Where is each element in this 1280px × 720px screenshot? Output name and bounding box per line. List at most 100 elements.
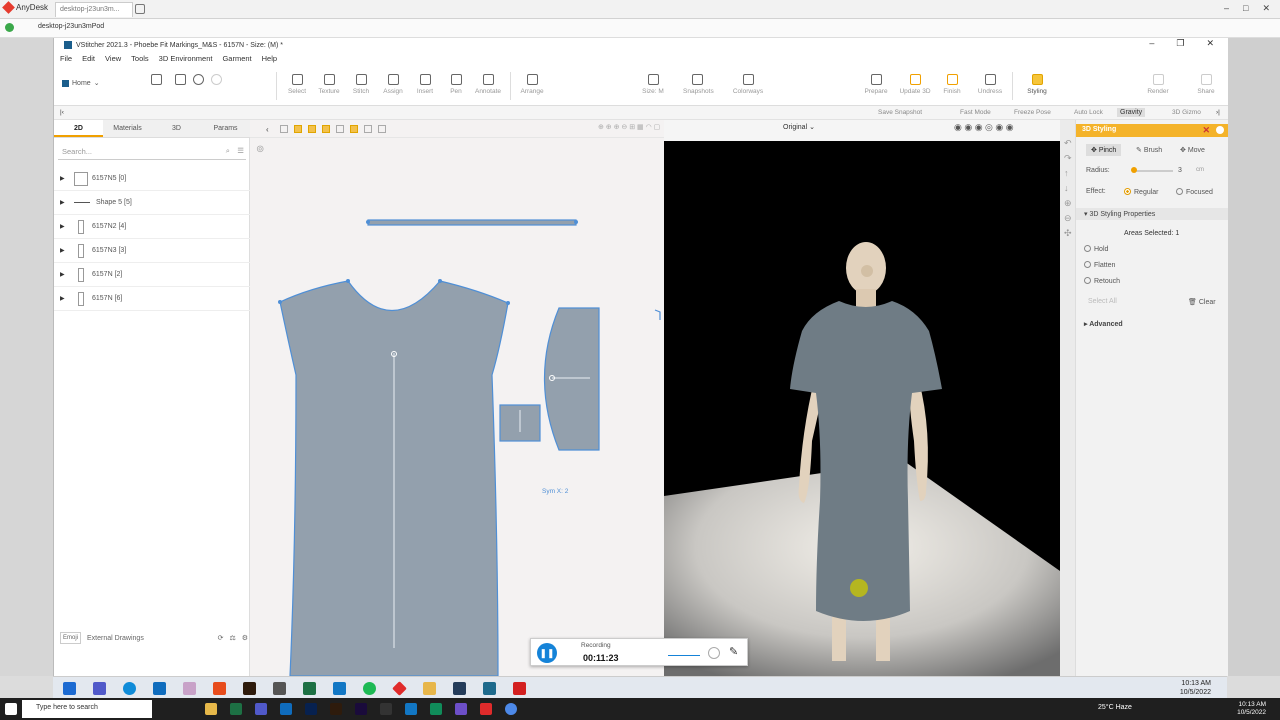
zoom-icons[interactable]: ⊕ ⊕ ⊕ ⊖ ⊞ ▦ ◠ ▢ <box>598 123 660 131</box>
after-effects-icon[interactable] <box>355 703 367 715</box>
side-tool-icons[interactable]: ↶ ↷ ↑ ↓ ⊕ ⊖ ✣ <box>1064 136 1072 241</box>
office-icon[interactable] <box>213 682 226 695</box>
app-icon[interactable] <box>430 703 442 715</box>
home-button[interactable]: Home ⌄ <box>62 79 100 87</box>
3d-viewport[interactable] <box>664 141 1060 676</box>
taskbar-search-input[interactable]: Type here to search <box>22 700 152 718</box>
info-icon[interactable] <box>1216 126 1224 134</box>
move-mode-button[interactable]: ✥ Move <box>1180 146 1205 154</box>
scale-icon[interactable]: ⚖ <box>229 634 235 642</box>
excel-icon[interactable] <box>303 682 316 695</box>
view-mode-select[interactable]: Original ⌄ <box>783 123 815 131</box>
list-item[interactable]: ▶ 6157N [2] <box>54 263 250 287</box>
expand-arrow-icon[interactable]: ▶ <box>60 199 70 206</box>
photoshop-icon[interactable] <box>305 703 317 715</box>
tab-params[interactable]: Params <box>201 120 250 137</box>
close-icon[interactable]: ✕ <box>1206 38 1214 49</box>
tool-assign[interactable]: Assign <box>379 74 407 95</box>
tool-arrange[interactable]: Arrange <box>518 74 546 95</box>
radius-value-input[interactable]: 3 <box>1178 167 1182 174</box>
pinch-mode-button[interactable]: ✥ Pinch <box>1086 144 1122 156</box>
colorways-button[interactable]: Colorways <box>730 74 766 95</box>
minimize-icon[interactable]: – <box>1149 38 1154 49</box>
file-explorer-icon[interactable] <box>205 703 217 715</box>
tool-stitch[interactable]: Stitch <box>347 74 375 95</box>
fast-mode-toggle[interactable]: Fast Mode <box>960 109 991 116</box>
pause-button[interactable]: ❚❚ <box>537 643 557 663</box>
menu-tools[interactable]: Tools <box>131 54 149 64</box>
tool-annotate[interactable]: Annotate <box>474 74 502 95</box>
gravity-toggle[interactable]: Gravity <box>1117 108 1146 117</box>
update-3d-button[interactable]: Update 3D <box>898 74 932 95</box>
restore-icon[interactable]: ❐ <box>1176 38 1184 49</box>
minimize-icon[interactable]: – <box>1224 3 1229 14</box>
new-tab-icon[interactable] <box>135 4 145 14</box>
search-icon[interactable]: ⌕ <box>226 146 230 156</box>
menu-file[interactable]: File <box>60 54 72 64</box>
clear-button[interactable]: 🗑 Clear <box>1188 298 1216 306</box>
2d-canvas[interactable]: ‹ ⊚ Sym X: 2 <box>250 120 664 676</box>
redo-button[interactable] <box>202 74 230 88</box>
acrobat-icon[interactable] <box>513 682 526 695</box>
menu-3d-environment[interactable]: 3D Environment <box>159 54 213 64</box>
3d-view-icons[interactable]: ◉ ◉ ◉ ◎ ◉ ◉ <box>954 122 1014 133</box>
remote-clock[interactable]: 10:13 AM 10/5/2022 <box>1180 679 1211 697</box>
tool-pen[interactable]: Pen <box>442 74 470 95</box>
anydesk-session-tab[interactable]: desktop-j23un3m... <box>55 2 133 17</box>
illustrator-icon[interactable] <box>243 682 256 695</box>
advanced-section[interactable]: ▸ Advanced <box>1084 320 1123 328</box>
app-icon[interactable] <box>453 682 466 695</box>
windows-start-icon[interactable] <box>5 703 17 715</box>
app-icon[interactable] <box>273 682 286 695</box>
settings-icon[interactable]: ⚙ <box>242 634 248 642</box>
refresh-icon[interactable]: ⟳ <box>218 634 224 642</box>
tool-insert[interactable]: Insert <box>411 74 439 95</box>
expand-arrow-icon[interactable]: ▶ <box>60 247 70 254</box>
tab-3d[interactable]: 3D <box>152 120 201 137</box>
freeze-pose-toggle[interactable]: Freeze Pose <box>1014 109 1051 116</box>
app-icon[interactable] <box>183 682 196 695</box>
app-icon[interactable] <box>333 682 346 695</box>
styling-button[interactable]: Styling <box>1023 74 1051 95</box>
filter-list-icon[interactable]: ☰ <box>237 146 244 155</box>
spotify-icon[interactable] <box>363 682 376 695</box>
weather-widget[interactable]: 25°C Haze <box>1098 704 1132 711</box>
flatten-option[interactable]: Flatten <box>1084 261 1115 269</box>
expand-arrow-icon[interactable]: ▶ <box>60 271 70 278</box>
list-item[interactable]: ▶ 6157N5 [0] <box>54 167 250 191</box>
app-icon[interactable] <box>380 703 392 715</box>
start-icon[interactable] <box>63 682 76 695</box>
search-input[interactable]: Search... ⌕ ☰ <box>58 144 246 160</box>
radius-slider-handle[interactable] <box>1131 167 1137 173</box>
menu-view[interactable]: View <box>105 54 121 64</box>
external-drawings-label[interactable]: External Drawings <box>87 635 144 642</box>
tab-materials[interactable]: Materials <box>103 120 152 137</box>
anydesk-icon[interactable] <box>480 703 492 715</box>
pen-icon[interactable]: ✎ <box>729 645 738 658</box>
list-item[interactable]: ▶ Shape 5 [5] <box>54 191 250 215</box>
save-snapshot-button[interactable]: Save Snapshot <box>878 109 922 116</box>
menu-help[interactable]: Help <box>262 54 277 64</box>
menu-garment[interactable]: Garment <box>222 54 251 64</box>
brush-mode-button[interactable]: ✎ Brush <box>1136 146 1162 154</box>
local-clock[interactable]: 10:13 AM 10/5/2022 <box>1237 701 1266 717</box>
auto-lock-toggle[interactable]: Auto Lock <box>1074 109 1103 116</box>
collapse-left-icon[interactable]: |‹ <box>60 109 64 116</box>
illustrator-icon[interactable] <box>330 703 342 715</box>
list-item[interactable]: ▶ 6157N [6] <box>54 287 250 311</box>
radius-slider[interactable] <box>1133 170 1173 172</box>
list-item[interactable]: ▶ 6157N3 [3] <box>54 239 250 263</box>
prepare-button[interactable]: Prepare <box>862 74 890 95</box>
vstitcher-icon[interactable] <box>483 682 496 695</box>
menu-edit[interactable]: Edit <box>82 54 95 64</box>
size-selector[interactable]: Size: M <box>639 74 667 95</box>
teams-icon[interactable] <box>255 703 267 715</box>
expand-arrow-icon[interactable]: ▶ <box>60 223 70 230</box>
expand-arrow-icon[interactable]: ▶ <box>60 295 70 302</box>
close-icon[interactable]: ✕ <box>1262 3 1270 14</box>
expand-arrow-icon[interactable]: ▶ <box>60 175 70 182</box>
anydesk-logo[interactable]: AnyDesk <box>2 1 48 14</box>
close-icon[interactable]: ✕ <box>1202 125 1210 136</box>
tool-select[interactable]: Select <box>283 74 311 95</box>
render-button[interactable]: Render <box>1144 74 1172 95</box>
